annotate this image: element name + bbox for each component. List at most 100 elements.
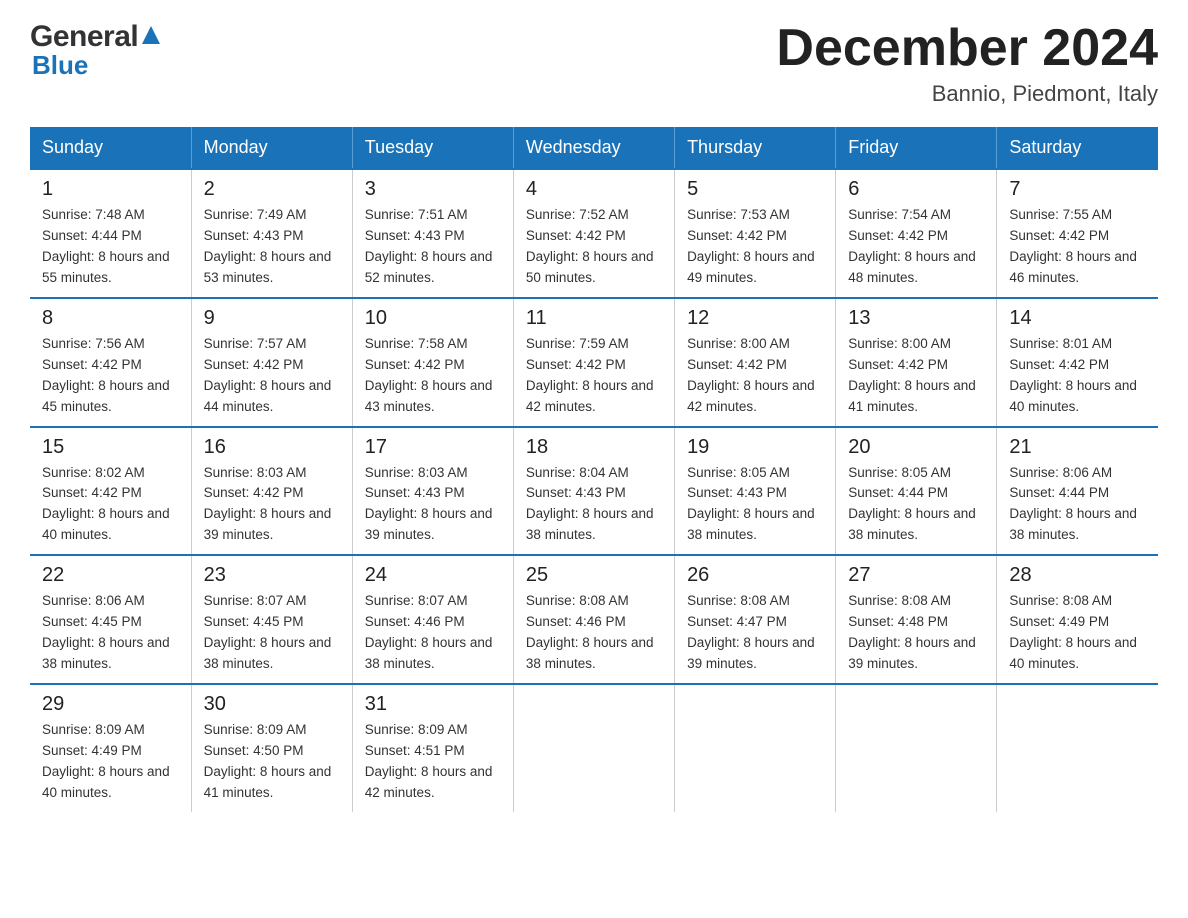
day-info: Sunrise: 8:09 AM Sunset: 4:49 PM Dayligh… bbox=[42, 720, 179, 804]
table-row: 16 Sunrise: 8:03 AM Sunset: 4:42 PM Dayl… bbox=[191, 427, 352, 556]
table-row bbox=[997, 684, 1158, 812]
day-number: 17 bbox=[365, 436, 501, 459]
table-row: 28 Sunrise: 8:08 AM Sunset: 4:49 PM Dayl… bbox=[997, 555, 1158, 684]
day-number: 18 bbox=[526, 436, 662, 459]
day-info: Sunrise: 7:53 AM Sunset: 4:42 PM Dayligh… bbox=[687, 205, 823, 289]
table-row: 7 Sunrise: 7:55 AM Sunset: 4:42 PM Dayli… bbox=[997, 169, 1158, 298]
calendar-table: Sunday Monday Tuesday Wednesday Thursday… bbox=[30, 127, 1158, 811]
table-row: 26 Sunrise: 8:08 AM Sunset: 4:47 PM Dayl… bbox=[675, 555, 836, 684]
page-header: General Blue December 2024 Bannio, Piedm… bbox=[30, 20, 1158, 107]
day-info: Sunrise: 7:57 AM Sunset: 4:42 PM Dayligh… bbox=[204, 334, 340, 418]
day-info: Sunrise: 8:05 AM Sunset: 4:43 PM Dayligh… bbox=[687, 463, 823, 547]
day-number: 4 bbox=[526, 178, 662, 201]
day-info: Sunrise: 7:54 AM Sunset: 4:42 PM Dayligh… bbox=[848, 205, 984, 289]
day-number: 6 bbox=[848, 178, 984, 201]
table-row: 20 Sunrise: 8:05 AM Sunset: 4:44 PM Dayl… bbox=[836, 427, 997, 556]
day-info: Sunrise: 8:08 AM Sunset: 4:48 PM Dayligh… bbox=[848, 591, 984, 675]
header-wednesday: Wednesday bbox=[513, 127, 674, 169]
table-row: 27 Sunrise: 8:08 AM Sunset: 4:48 PM Dayl… bbox=[836, 555, 997, 684]
day-number: 14 bbox=[1009, 307, 1146, 330]
table-row: 9 Sunrise: 7:57 AM Sunset: 4:42 PM Dayli… bbox=[191, 298, 352, 427]
day-number: 25 bbox=[526, 564, 662, 587]
table-row: 14 Sunrise: 8:01 AM Sunset: 4:42 PM Dayl… bbox=[997, 298, 1158, 427]
table-row bbox=[836, 684, 997, 812]
title-block: December 2024 Bannio, Piedmont, Italy bbox=[776, 20, 1158, 107]
logo: General Blue bbox=[30, 20, 162, 81]
day-info: Sunrise: 8:01 AM Sunset: 4:42 PM Dayligh… bbox=[1009, 334, 1146, 418]
logo-flag-icon bbox=[138, 28, 162, 46]
table-row: 23 Sunrise: 8:07 AM Sunset: 4:45 PM Dayl… bbox=[191, 555, 352, 684]
day-number: 23 bbox=[204, 564, 340, 587]
day-info: Sunrise: 8:07 AM Sunset: 4:45 PM Dayligh… bbox=[204, 591, 340, 675]
day-number: 3 bbox=[365, 178, 501, 201]
table-row: 8 Sunrise: 7:56 AM Sunset: 4:42 PM Dayli… bbox=[30, 298, 191, 427]
day-info: Sunrise: 8:03 AM Sunset: 4:43 PM Dayligh… bbox=[365, 463, 501, 547]
day-info: Sunrise: 7:55 AM Sunset: 4:42 PM Dayligh… bbox=[1009, 205, 1146, 289]
day-number: 8 bbox=[42, 307, 179, 330]
day-number: 24 bbox=[365, 564, 501, 587]
table-row: 1 Sunrise: 7:48 AM Sunset: 4:44 PM Dayli… bbox=[30, 169, 191, 298]
day-number: 13 bbox=[848, 307, 984, 330]
table-row: 10 Sunrise: 7:58 AM Sunset: 4:42 PM Dayl… bbox=[352, 298, 513, 427]
table-row: 22 Sunrise: 8:06 AM Sunset: 4:45 PM Dayl… bbox=[30, 555, 191, 684]
logo-blue-text: Blue bbox=[32, 50, 88, 80]
table-row: 3 Sunrise: 7:51 AM Sunset: 4:43 PM Dayli… bbox=[352, 169, 513, 298]
day-number: 22 bbox=[42, 564, 179, 587]
table-row: 5 Sunrise: 7:53 AM Sunset: 4:42 PM Dayli… bbox=[675, 169, 836, 298]
day-info: Sunrise: 8:09 AM Sunset: 4:51 PM Dayligh… bbox=[365, 720, 501, 804]
table-row: 13 Sunrise: 8:00 AM Sunset: 4:42 PM Dayl… bbox=[836, 298, 997, 427]
header-thursday: Thursday bbox=[675, 127, 836, 169]
header-monday: Monday bbox=[191, 127, 352, 169]
table-row: 29 Sunrise: 8:09 AM Sunset: 4:49 PM Dayl… bbox=[30, 684, 191, 812]
day-info: Sunrise: 8:05 AM Sunset: 4:44 PM Dayligh… bbox=[848, 463, 984, 547]
header-tuesday: Tuesday bbox=[352, 127, 513, 169]
location-text: Bannio, Piedmont, Italy bbox=[776, 81, 1158, 107]
day-number: 26 bbox=[687, 564, 823, 587]
day-info: Sunrise: 8:08 AM Sunset: 4:46 PM Dayligh… bbox=[526, 591, 662, 675]
day-number: 2 bbox=[204, 178, 340, 201]
day-info: Sunrise: 8:00 AM Sunset: 4:42 PM Dayligh… bbox=[687, 334, 823, 418]
day-number: 21 bbox=[1009, 436, 1146, 459]
day-number: 29 bbox=[42, 693, 179, 716]
day-number: 28 bbox=[1009, 564, 1146, 587]
header-sunday: Sunday bbox=[30, 127, 191, 169]
day-number: 30 bbox=[204, 693, 340, 716]
day-number: 19 bbox=[687, 436, 823, 459]
day-info: Sunrise: 7:51 AM Sunset: 4:43 PM Dayligh… bbox=[365, 205, 501, 289]
table-row bbox=[513, 684, 674, 812]
header-saturday: Saturday bbox=[997, 127, 1158, 169]
table-row: 25 Sunrise: 8:08 AM Sunset: 4:46 PM Dayl… bbox=[513, 555, 674, 684]
table-row: 24 Sunrise: 8:07 AM Sunset: 4:46 PM Dayl… bbox=[352, 555, 513, 684]
month-title: December 2024 bbox=[776, 20, 1158, 77]
table-row: 30 Sunrise: 8:09 AM Sunset: 4:50 PM Dayl… bbox=[191, 684, 352, 812]
table-row: 11 Sunrise: 7:59 AM Sunset: 4:42 PM Dayl… bbox=[513, 298, 674, 427]
day-info: Sunrise: 8:07 AM Sunset: 4:46 PM Dayligh… bbox=[365, 591, 501, 675]
table-row: 21 Sunrise: 8:06 AM Sunset: 4:44 PM Dayl… bbox=[997, 427, 1158, 556]
day-number: 15 bbox=[42, 436, 179, 459]
table-row: 12 Sunrise: 8:00 AM Sunset: 4:42 PM Dayl… bbox=[675, 298, 836, 427]
day-number: 5 bbox=[687, 178, 823, 201]
day-number: 9 bbox=[204, 307, 340, 330]
day-info: Sunrise: 8:03 AM Sunset: 4:42 PM Dayligh… bbox=[204, 463, 340, 547]
table-row: 4 Sunrise: 7:52 AM Sunset: 4:42 PM Dayli… bbox=[513, 169, 674, 298]
day-number: 12 bbox=[687, 307, 823, 330]
day-number: 1 bbox=[42, 178, 179, 201]
day-info: Sunrise: 8:09 AM Sunset: 4:50 PM Dayligh… bbox=[204, 720, 340, 804]
day-info: Sunrise: 8:06 AM Sunset: 4:45 PM Dayligh… bbox=[42, 591, 179, 675]
day-info: Sunrise: 7:59 AM Sunset: 4:42 PM Dayligh… bbox=[526, 334, 662, 418]
day-info: Sunrise: 7:49 AM Sunset: 4:43 PM Dayligh… bbox=[204, 205, 340, 289]
day-info: Sunrise: 8:00 AM Sunset: 4:42 PM Dayligh… bbox=[848, 334, 984, 418]
day-number: 11 bbox=[526, 307, 662, 330]
table-row: 2 Sunrise: 7:49 AM Sunset: 4:43 PM Dayli… bbox=[191, 169, 352, 298]
day-number: 16 bbox=[204, 436, 340, 459]
day-info: Sunrise: 7:52 AM Sunset: 4:42 PM Dayligh… bbox=[526, 205, 662, 289]
day-info: Sunrise: 8:02 AM Sunset: 4:42 PM Dayligh… bbox=[42, 463, 179, 547]
day-number: 20 bbox=[848, 436, 984, 459]
day-info: Sunrise: 7:48 AM Sunset: 4:44 PM Dayligh… bbox=[42, 205, 179, 289]
logo-general-text: General bbox=[30, 20, 138, 54]
table-row: 19 Sunrise: 8:05 AM Sunset: 4:43 PM Dayl… bbox=[675, 427, 836, 556]
table-row: 31 Sunrise: 8:09 AM Sunset: 4:51 PM Dayl… bbox=[352, 684, 513, 812]
table-row bbox=[675, 684, 836, 812]
table-row: 17 Sunrise: 8:03 AM Sunset: 4:43 PM Dayl… bbox=[352, 427, 513, 556]
day-number: 27 bbox=[848, 564, 984, 587]
